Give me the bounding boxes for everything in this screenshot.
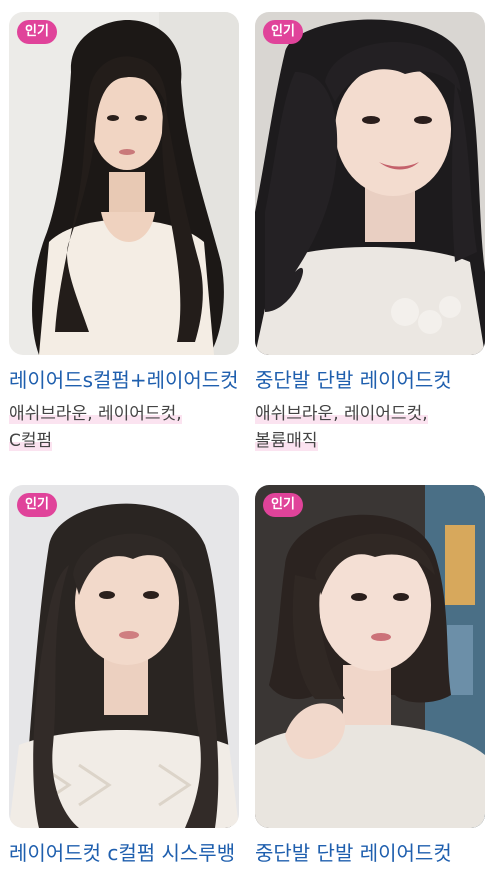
hairstyle-photo[interactable]: 인기: [255, 12, 485, 355]
woman-long-layered-hair-curtain-bangs-image: [9, 485, 239, 828]
hairstyle-photo[interactable]: 인기: [9, 485, 239, 828]
hairstyle-tags: 애쉬브라운, 레이어드컷, 볼륨매직: [255, 401, 485, 455]
hairstyle-card[interactable]: 인기 중단발 단발 레이어드컷: [255, 485, 485, 866]
popular-badge: 인기: [17, 20, 57, 44]
hairstyle-title[interactable]: 레이어드s컬펌+레이어드컷: [9, 367, 239, 393]
tag-line: 볼륨매직: [255, 431, 318, 451]
hairstyle-photo[interactable]: 인기: [9, 12, 239, 355]
hairstyle-photo[interactable]: 인기: [255, 485, 485, 828]
popular-badge: 인기: [263, 20, 303, 44]
popular-badge: 인기: [263, 493, 303, 517]
popular-badge: 인기: [17, 493, 57, 517]
hairstyle-card[interactable]: 인기 중단발 단발 레이어드컷 애쉬브라운, 레이어드컷, 볼륨매직: [255, 12, 485, 455]
hairstyle-title[interactable]: 레이어드컷 c컬펌 시스루뱅: [9, 840, 239, 866]
hairstyle-card[interactable]: 인기 레이어드컷 c컬펌 시스루뱅: [9, 485, 239, 866]
woman-long-layered-black-hair-image: [9, 12, 239, 355]
hairstyle-tags: 애쉬브라운, 레이어드컷, C컬펌: [9, 401, 239, 455]
tag-line: 애쉬브라운, 레이어드컷,: [9, 404, 182, 424]
tag-line: C컬펌: [9, 431, 53, 451]
tag-line: 애쉬브라운, 레이어드컷,: [255, 404, 428, 424]
woman-bob-hair-image: [255, 485, 485, 828]
woman-medium-layered-hair-with-bangs-image: [255, 12, 485, 355]
hairstyle-title[interactable]: 중단발 단발 레이어드컷: [255, 367, 485, 393]
hairstyle-grid: 인기 레이어드s컬펌+레이어드컷 애쉬브라운, 레이어드컷, C컬펌 인기 중단…: [0, 0, 496, 869]
hairstyle-card[interactable]: 인기 레이어드s컬펌+레이어드컷 애쉬브라운, 레이어드컷, C컬펌: [9, 12, 239, 455]
hairstyle-title[interactable]: 중단발 단발 레이어드컷: [255, 840, 485, 866]
